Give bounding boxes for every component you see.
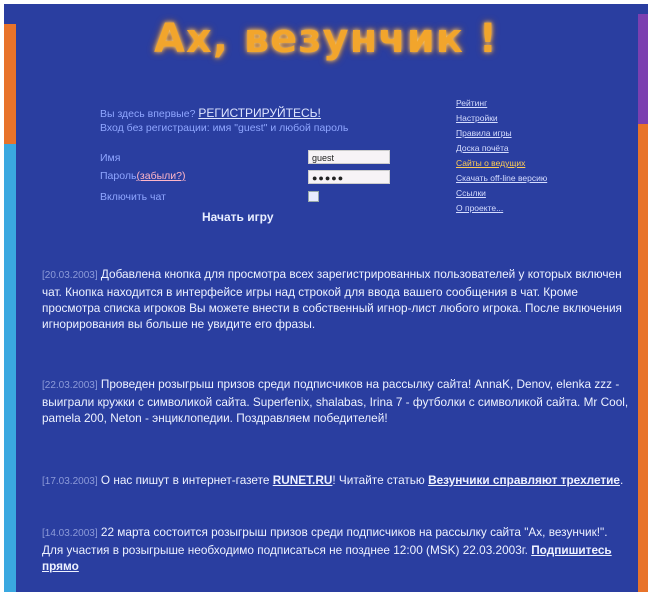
link-offline-version[interactable]: Скачать off-line версию [456,171,626,186]
news-text-middle: ! Читайте статью [332,473,425,487]
link-honor-board[interactable]: Доска почёта [456,141,626,156]
forgot-password-link[interactable]: (забыли?) [136,170,185,182]
decor-stripe-left-cyan [4,144,16,592]
news-text: Добавлена кнопка для просмотра всех заре… [42,267,622,331]
register-link[interactable]: РЕГИСТРИРУЙТЕСЬ! [198,106,321,120]
news-text: 22 марта состоится розыгрыш призов среди… [42,525,608,557]
news-item: [22.03.2003] Проведен розыгрыш призов ср… [42,376,632,426]
news-date: [20.03.2003] [42,270,98,281]
name-label: Имя [100,152,121,164]
news-text: Проведен розыгрыш призов среди подписчик… [42,377,629,425]
name-input[interactable]: guest [308,150,390,164]
news-text-suffix: . [619,473,624,487]
link-rules[interactable]: Правила игры [456,126,626,141]
password-label: Пароль [100,170,137,182]
news-date: [22.03.2003] [42,380,98,391]
start-game-button[interactable]: Начать игру [202,210,274,224]
guest-note: Вход без регистрации: имя "guest" и любо… [100,122,349,134]
link-settings[interactable]: Настройки [456,111,626,126]
news-item: [20.03.2003] Добавлена кнопка для просмо… [42,266,632,332]
chat-toggle-label: Включить чат [100,191,166,203]
site-title: Ах, везунчик ! [153,16,499,62]
link-links[interactable]: Ссылки [456,186,626,201]
news-item: [17.03.2003] О нас пишут в интернет-газе… [42,472,632,490]
news-date: [14.03.2003] [42,528,98,539]
link-rating[interactable]: Рейтинг [456,96,626,111]
chat-checkbox[interactable] [308,191,319,202]
side-links: Рейтинг Настройки Правила игры Доска поч… [456,96,626,216]
news-date: [17.03.2003] [42,476,98,487]
news-item: [14.03.2003] 22 марта состоится розыгрыш… [42,524,632,574]
link-host-sites[interactable]: Сайты о ведущих [456,156,626,171]
article-link[interactable]: Везунчики справляют трехлетие [428,473,620,487]
runet-link[interactable]: RUNET.RU [273,473,333,487]
page-frame: Ах, везунчик ! Вы здесь впервые? РЕГИСТР… [4,4,648,592]
news-text: О нас пишут в интернет-газете [100,473,270,487]
password-label-row: Пароль(забыли?) [100,170,185,182]
password-input[interactable]: ●●●●● [308,170,390,184]
link-about[interactable]: О проекте... [456,201,626,216]
first-time-text: Вы здесь впервые? [100,108,196,120]
decor-stripe-right-orange [638,124,648,592]
login-intro: Вы здесь впервые? РЕГИСТРИРУЙТЕСЬ! Вход … [100,106,450,135]
